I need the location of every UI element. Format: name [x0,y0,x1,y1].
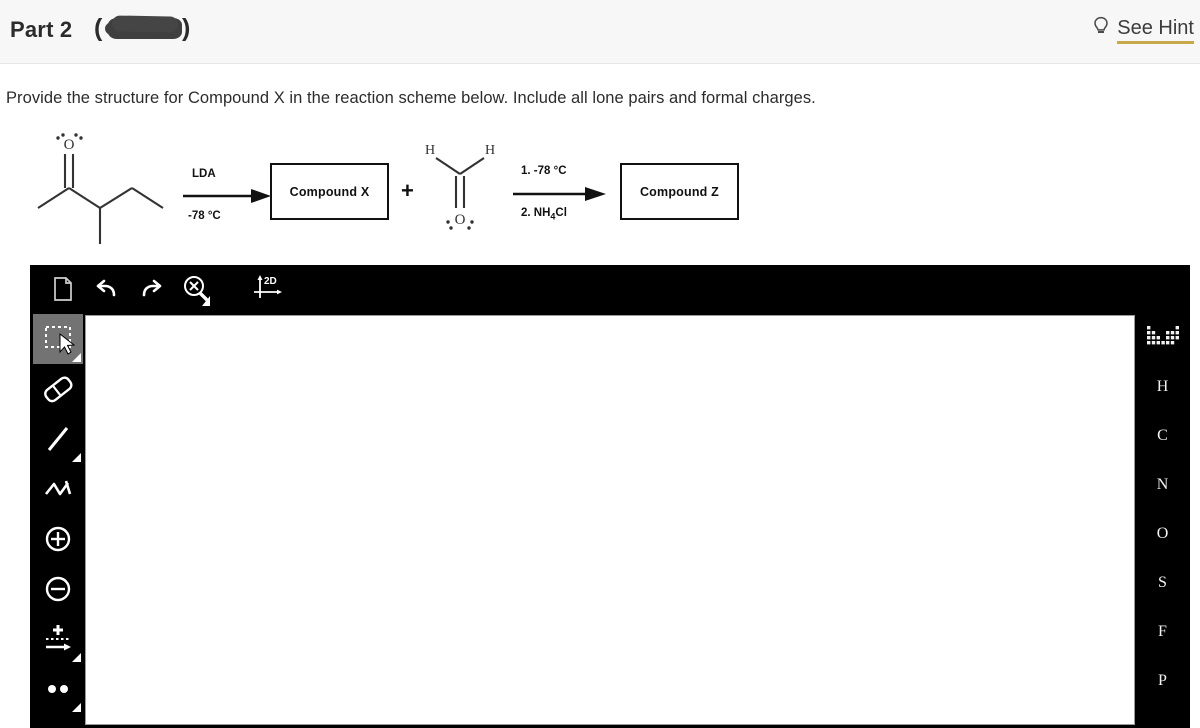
compound-z-label: Compound Z [639,184,720,199]
see-hint-label: See Hint [1117,17,1194,44]
page-root: Part 2 ( ) See Hint Provide the structur… [0,0,1200,728]
svg-text:H: H [485,143,495,158]
increase-charge-tool[interactable] [33,514,83,564]
compound-x-label: Compound X [289,184,370,199]
reaction-arrow-tool-menu-indicator[interactable] [72,653,81,662]
chain-tool[interactable] [33,464,83,514]
redo-icon[interactable] [136,274,166,304]
page-title: Part 2 [10,17,73,42]
drawing-canvas[interactable] [85,315,1135,725]
arrow1-below-label: -78 °C [188,210,221,222]
svg-text:2D: 2D [264,276,277,287]
single-bond-tool[interactable] [33,414,83,464]
redaction-parenthesis-close: ) [182,14,191,42]
reaction-arrow-1 [183,189,271,203]
starting-material-structure: O [37,133,164,244]
editor-top-toolbar: 2D [30,265,1190,312]
select-tool[interactable] [33,314,83,364]
select-tool-menu-indicator[interactable] [72,353,81,362]
reaction-scheme: O LDA -78 °C Compound X + H H O 1. -78 °… [0,124,1200,254]
decrease-charge-tool[interactable] [33,564,83,614]
periodic-table-icon[interactable] [1135,320,1190,354]
arrow2-above-label: 1. -78 °C [521,165,567,177]
redacted-text-block [108,18,182,39]
lone-pair-tool[interactable] [33,664,83,714]
arrow2-below-post: Cl [555,207,567,219]
2d-axes-icon[interactable]: 2D [252,274,286,304]
clear-zoom-icon[interactable] [180,274,220,306]
chemistry-drawing-editor: 2D H C N O S F P [30,265,1190,728]
question-prompt: Provide the structure for Compound X in … [6,89,816,107]
element-button-o[interactable]: O [1135,514,1190,554]
arrow2-below-pre: 2. NH [521,207,551,219]
svg-text:H: H [425,143,435,158]
header-bar: Part 2 ( ) See Hint [0,0,1200,64]
editor-left-toolbar [30,312,85,728]
redaction-parenthesis-open: ( [94,14,103,42]
element-button-c[interactable]: C [1135,416,1190,456]
eraser-tool[interactable] [33,364,83,414]
element-button-p[interactable]: P [1135,661,1190,701]
compound-z-box: Compound Z [620,163,739,220]
see-hint-button[interactable]: See Hint [1092,16,1194,45]
lightbulb-icon [1092,16,1110,45]
lone-pair-tool-menu-indicator[interactable] [72,703,81,712]
reaction-arrow-tool[interactable] [33,614,83,664]
plus-sign: + [401,178,414,203]
new-document-icon[interactable] [47,274,77,304]
svg-text:O: O [64,137,75,153]
arrow1-above-label: LDA [192,168,216,180]
editor-right-toolbar: H C N O S F P [1135,312,1190,728]
element-button-h[interactable]: H [1135,367,1190,407]
compound-x-box: Compound X [270,163,389,220]
single-bond-tool-menu-indicator[interactable] [72,453,81,462]
arrow2-below-label: 2. NH4Cl [521,207,567,221]
element-button-f[interactable]: F [1135,612,1190,652]
undo-icon[interactable] [92,274,122,304]
element-button-s[interactable]: S [1135,563,1190,603]
formaldehyde-structure: H H O [425,143,495,230]
svg-text:O: O [455,212,466,228]
reaction-arrow-2 [513,187,606,201]
element-button-n[interactable]: N [1135,465,1190,505]
